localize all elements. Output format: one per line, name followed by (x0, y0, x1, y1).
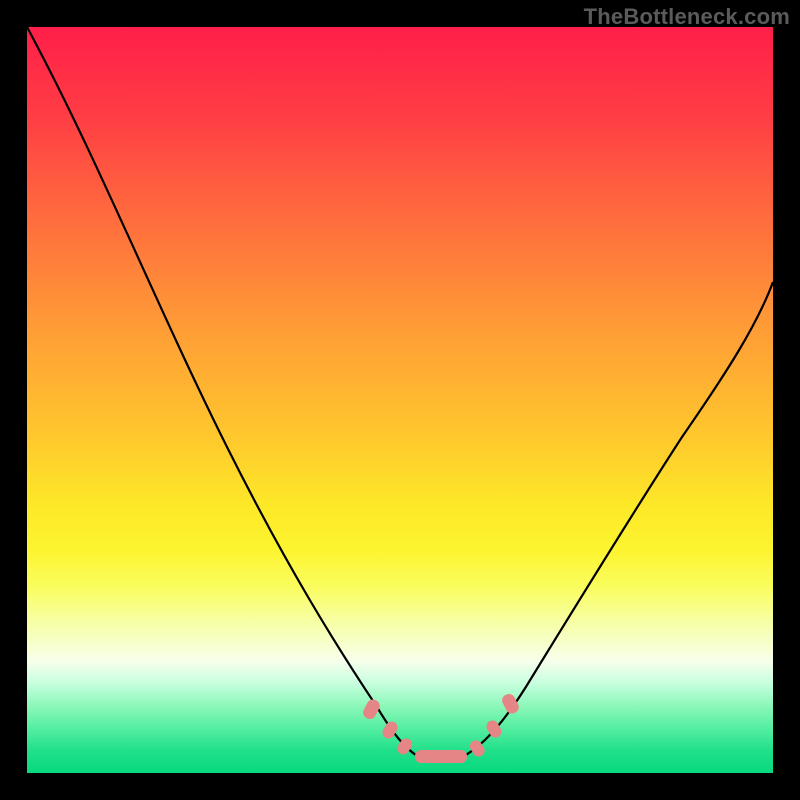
curve-right-arm (462, 282, 773, 757)
chart-svg (27, 27, 773, 773)
marker (500, 692, 521, 716)
curve-left-arm (27, 27, 419, 757)
chart-frame: TheBottleneck.com (0, 0, 800, 800)
bottom-marker-group (361, 692, 521, 763)
marker-flat (415, 750, 467, 763)
marker (361, 697, 382, 721)
